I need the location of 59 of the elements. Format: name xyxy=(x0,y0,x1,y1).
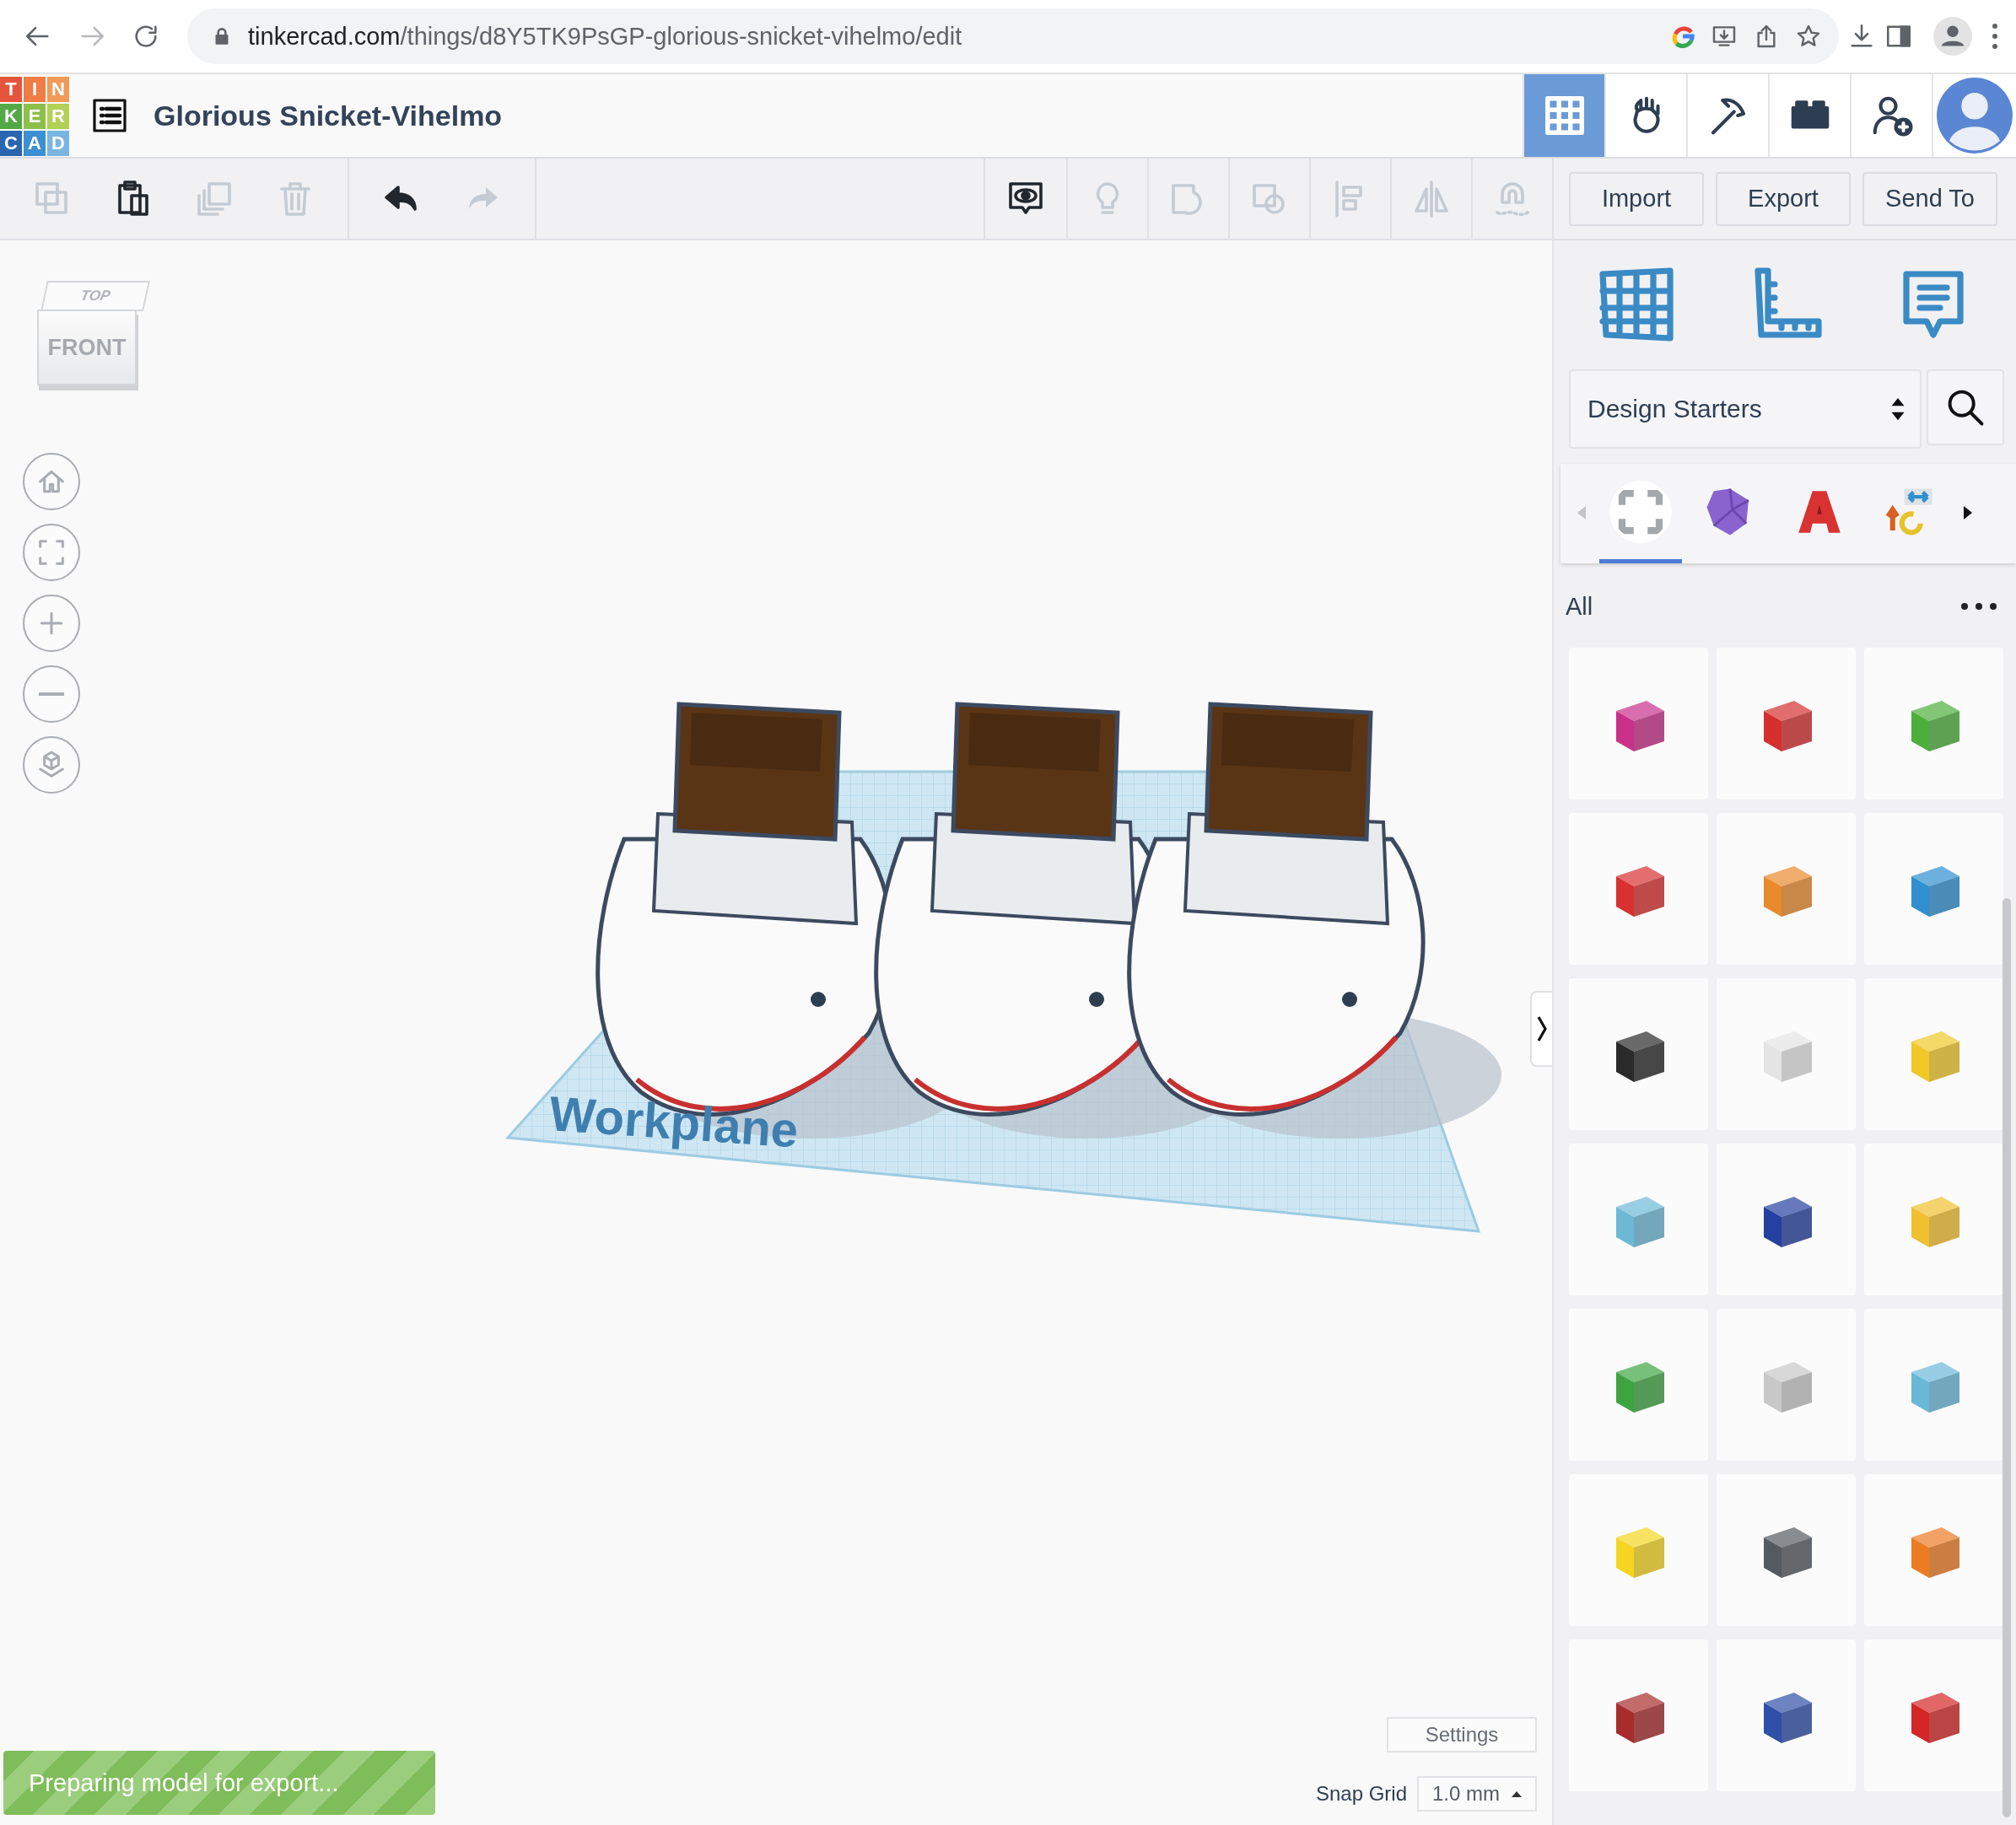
cube-top-label: TOP xyxy=(40,281,150,311)
shape-tile[interactable] xyxy=(1864,1639,2003,1791)
logo-letter: N xyxy=(47,77,69,102)
shape-tile[interactable] xyxy=(1864,813,2003,965)
shape-tile[interactable] xyxy=(1569,978,1708,1130)
snap-grid-label: Snap Grid xyxy=(1315,1782,1407,1806)
shape-tile[interactable] xyxy=(1864,1144,2003,1295)
shape-tile[interactable] xyxy=(1717,1309,1856,1461)
toolbar-button[interactable]: Export xyxy=(1716,171,1851,226)
brick-view-button[interactable] xyxy=(1768,74,1850,157)
workplane-label: Workplane xyxy=(547,1085,800,1158)
shape-tile[interactable] xyxy=(1569,813,1708,965)
right-caret-icon xyxy=(1964,505,1972,520)
logo-letter: I xyxy=(24,77,46,102)
shape-tile[interactable] xyxy=(1717,648,1856,799)
snap-grid-select[interactable]: 1.0 mm xyxy=(1417,1776,1537,1812)
up-down-caret-icon xyxy=(1891,396,1905,422)
settings-button[interactable]: Settings xyxy=(1387,1717,1537,1752)
logo-letter: E xyxy=(24,104,46,129)
shape-tile[interactable] xyxy=(1864,978,2003,1130)
panel-collapse-button[interactable] xyxy=(1530,991,1552,1067)
shape-tile[interactable] xyxy=(1717,813,1856,965)
shape-tile[interactable] xyxy=(1717,978,1856,1130)
zoomout-icon xyxy=(39,692,64,696)
scrollbar[interactable] xyxy=(2003,898,2011,1817)
logo-letter: C xyxy=(0,131,22,156)
export-progress-toast: Preparing model for export... xyxy=(3,1751,435,1815)
toolbar-button[interactable]: Import xyxy=(1569,171,1704,226)
shape-tile[interactable] xyxy=(1569,1144,1708,1295)
pickaxe-view-button[interactable] xyxy=(1686,74,1768,157)
address-bar[interactable]: tinkercad.com/things/d8Y5TK9PsGP-glorious-snicket-vihelmo/edit xyxy=(187,8,1839,64)
left-caret-icon xyxy=(1577,505,1586,520)
logo-letter: T xyxy=(0,77,22,102)
avatar-icon[interactable] xyxy=(1937,78,2013,153)
shape-tile[interactable] xyxy=(1569,1309,1708,1461)
logo-letter: R xyxy=(47,104,69,129)
hand-view-button[interactable] xyxy=(1604,74,1686,157)
more-icon[interactable] xyxy=(1960,602,1997,611)
profile-icon[interactable] xyxy=(1933,17,1972,56)
design-title: Glorious Snicket-Vihelmo xyxy=(154,99,503,132)
shape-tile[interactable] xyxy=(1717,1474,1856,1626)
toolbar-button[interactable]: Send To xyxy=(1862,171,1997,226)
adduser-view-button[interactable] xyxy=(1850,74,1932,157)
shape-tile[interactable] xyxy=(1864,1309,2003,1461)
shape-tile[interactable] xyxy=(1569,1474,1708,1626)
shape-tile[interactable] xyxy=(1864,648,2003,799)
caret-icon xyxy=(1512,1790,1522,1797)
shape-tile[interactable] xyxy=(1569,648,1708,799)
shape-tile[interactable] xyxy=(1717,1639,1856,1791)
logo-letter: K xyxy=(0,104,22,129)
shape-tile[interactable] xyxy=(1569,1639,1708,1791)
shape-tile[interactable] xyxy=(1717,1144,1856,1295)
url-text: tinkercad.com/things/d8Y5TK9PsGP-glorious-snicket-vihelmo/edit xyxy=(248,22,962,51)
search-button[interactable] xyxy=(1927,369,2004,445)
filter-label: All xyxy=(1566,592,1593,621)
library-select[interactable]: Design Starters xyxy=(1569,369,1922,449)
logo-letter: A xyxy=(24,131,46,156)
logo-letter: D xyxy=(47,131,69,156)
shape-tile[interactable] xyxy=(1864,1474,2003,1626)
